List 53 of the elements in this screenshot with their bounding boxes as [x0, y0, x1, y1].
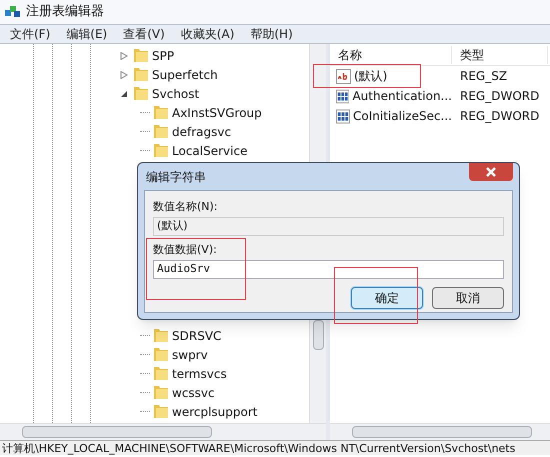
tree-item[interactable]: termsvcs — [172, 364, 227, 382]
tree-item[interactable]: SDRSVC — [172, 326, 222, 344]
tree-item[interactable]: AxInstSVGroup — [172, 104, 262, 122]
menu-item[interactable]: 文件(F) — [4, 25, 56, 43]
value-type: REG_DWORD — [459, 108, 540, 125]
close-icon — [486, 167, 496, 177]
value-name-field[interactable]: (默认) — [153, 217, 504, 236]
field-label: 数值名称(N): — [153, 199, 219, 215]
folder-icon — [154, 144, 168, 157]
folder-icon — [154, 367, 168, 380]
menu-item[interactable]: 编辑(E) — [60, 25, 114, 43]
menu-item[interactable]: 帮助(H) — [244, 25, 299, 43]
folder-icon — [154, 329, 168, 342]
tree-item[interactable]: swprv — [172, 346, 208, 364]
folder-icon — [134, 49, 148, 62]
tree-item[interactable]: wcssvc — [172, 384, 215, 402]
column-header[interactable]: 名称 — [330, 46, 452, 64]
value-name[interactable]: Authentication... — [352, 87, 452, 105]
tree-item[interactable]: LocalService — [172, 142, 248, 160]
window-title: 注册表编辑器 — [26, 3, 104, 22]
horizontal-scrollbar[interactable] — [0, 423, 326, 440]
field-label: 数值数据(V): — [153, 242, 218, 258]
tree-item[interactable]: SPP — [152, 46, 174, 64]
registry-icon — [4, 4, 22, 20]
string-value-icon — [336, 68, 351, 84]
menu-item[interactable]: 查看(V) — [117, 25, 171, 43]
folder-icon — [154, 386, 168, 399]
dialog-button[interactable]: 取消 — [432, 287, 504, 309]
column-header[interactable]: 类型 — [452, 46, 548, 64]
menu-item[interactable]: 收藏夹(A) — [174, 25, 240, 43]
value-data-field[interactable]: AudioSrv — [153, 260, 504, 279]
value-type: REG_DWORD — [459, 88, 540, 105]
folder-icon — [134, 87, 148, 100]
folder-icon — [154, 106, 168, 119]
dialog-title: 编辑字符串 — [146, 168, 206, 186]
tree-item[interactable]: Superfetch — [152, 66, 218, 84]
binary-value-icon — [336, 108, 350, 124]
close-button[interactable] — [469, 163, 513, 181]
horizontal-scrollbar[interactable] — [330, 423, 550, 440]
folder-icon — [154, 405, 168, 418]
value-type: REG_SZ — [459, 68, 508, 85]
folder-icon — [134, 68, 148, 81]
tree-item[interactable]: Svchost — [152, 84, 200, 102]
value-name[interactable]: CoInitializeSec... — [353, 107, 452, 125]
tree-item[interactable]: wercplsupport — [172, 402, 258, 420]
folder-icon — [154, 125, 168, 138]
value-name[interactable]: (默认) — [354, 67, 388, 85]
status-bar-path: 计算机\HKEY_LOCAL_MACHINE\SOFTWARE\Microsoft\Windows NT\CurrentVersion\Svchost\nets — [1, 442, 516, 454]
expander-icon[interactable] — [120, 90, 128, 98]
folder-icon — [154, 348, 168, 361]
tree-item[interactable]: defragsvc — [172, 122, 232, 140]
binary-value-icon — [336, 88, 350, 104]
dialog-button[interactable]: 确定 — [351, 287, 423, 309]
